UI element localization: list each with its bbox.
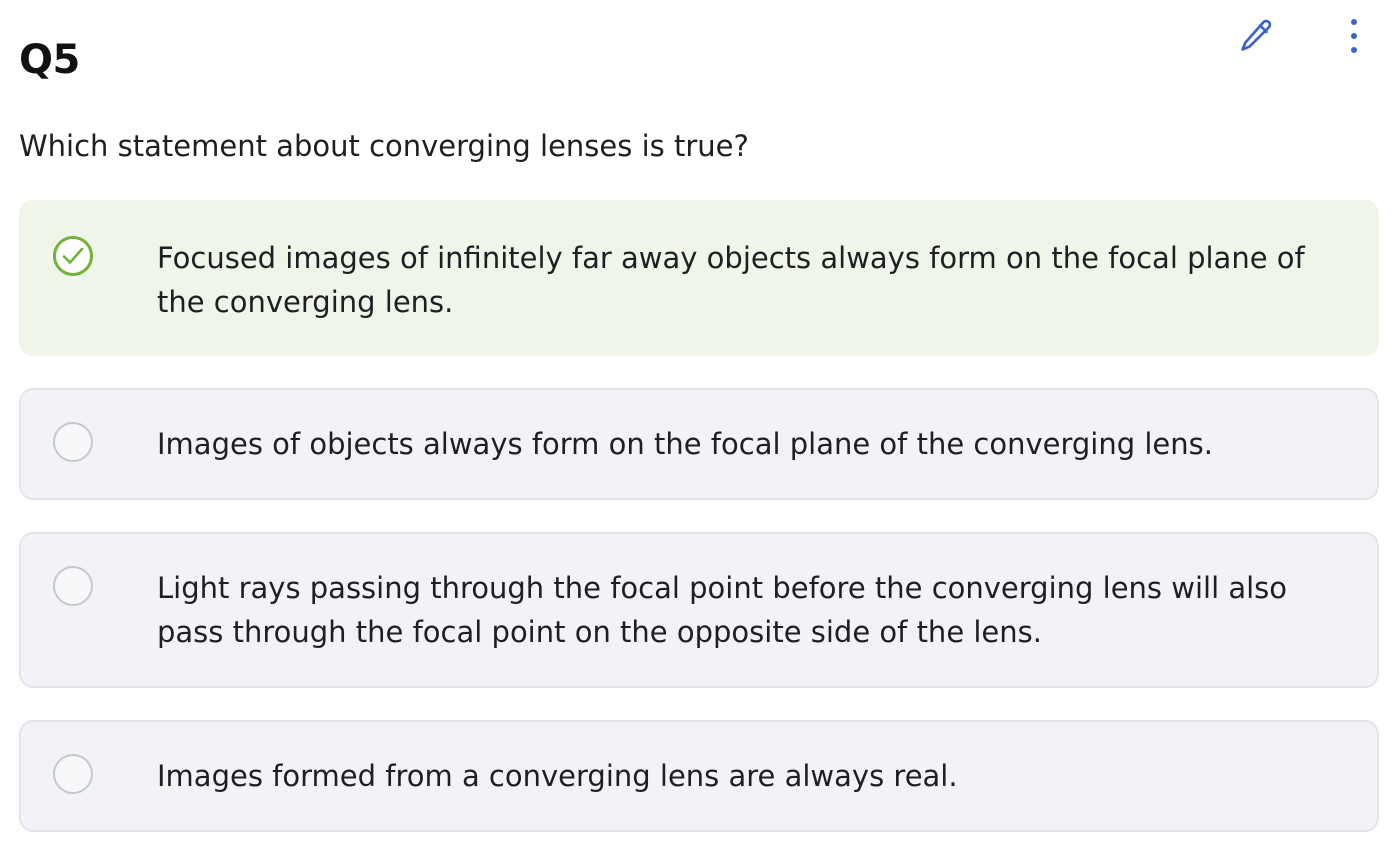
empty-circle-icon [53,422,93,462]
answer-option-text: Images formed from a converging lens are… [157,759,958,793]
question-text: Which statement about converging lenses … [19,129,749,163]
answer-option[interactable]: Images of objects always form on the foc… [19,388,1379,500]
answer-option-text: Focused images of infinitely far away ob… [157,241,1305,319]
edit-button[interactable] [1232,14,1280,58]
pencil-icon [1241,19,1272,51]
answer-options: Focused images of infinitely far away ob… [19,200,1379,832]
answer-option-correct[interactable]: Focused images of infinitely far away ob… [19,200,1379,356]
answer-option[interactable]: Images formed from a converging lens are… [19,720,1379,832]
answer-option[interactable]: Light rays passing through the focal poi… [19,532,1379,688]
more-vertical-icon [1351,19,1357,53]
question-number: Q5 [19,37,80,83]
answer-option-text: Light rays passing through the focal poi… [157,571,1288,649]
answer-option-text: Images of objects always form on the foc… [157,427,1213,461]
empty-circle-icon [53,566,93,606]
question-toolbar [1232,14,1378,58]
check-circle-icon [53,236,93,276]
more-options-button[interactable] [1330,14,1378,58]
empty-circle-icon [53,754,93,794]
